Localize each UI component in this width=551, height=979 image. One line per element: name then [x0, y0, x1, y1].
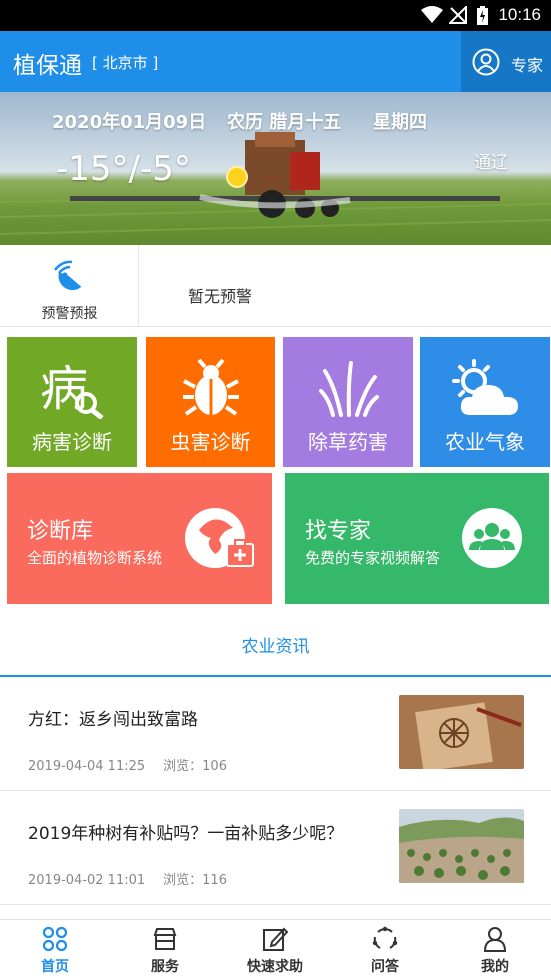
store-icon: [153, 928, 177, 950]
app-title: 植保通: [13, 53, 82, 79]
expert-label: 专家: [511, 56, 544, 75]
tab-mine[interactable]: 我的: [440, 920, 550, 979]
tile-weed-herbicide[interactable]: 除草药害: [283, 337, 413, 467]
weather-date: 2020年01月09日: [52, 112, 207, 133]
tile-label: 除草药害: [308, 430, 388, 454]
warning-message: 暂无预警: [188, 287, 253, 306]
user-circle-icon: [472, 48, 500, 76]
tile-pest-diagnosis[interactable]: 虫害诊断: [146, 337, 275, 467]
tab-label: 快速求助: [247, 959, 303, 975]
weather-lunar-date: 农历 腊月十五: [227, 112, 342, 133]
battery-charging-icon: [477, 6, 488, 25]
news-meta: 2019-04-04 11:25 浏览：106: [28, 755, 245, 774]
warning-row[interactable]: 预警预报 暂无预警: [0, 245, 551, 327]
tile-find-expert[interactable]: 找专家 免费的专家视频解答: [285, 473, 549, 604]
status-bar: 10:16: [0, 0, 551, 31]
tile-diagnosis-library[interactable]: 诊断库 全面的植物诊断系统: [7, 473, 272, 604]
news-item[interactable]: 方红：返乡闯出致富路 2019-04-04 11:25 浏览：106: [0, 677, 551, 791]
city-selector[interactable]: [ 北京市 ]: [92, 52, 158, 73]
no-signal-icon: [449, 6, 467, 24]
news-meta: 2019-04-02 11:01 浏览：116: [28, 869, 245, 888]
tile-label: 农业气象: [445, 430, 525, 454]
warning-forecast-button[interactable]: 预警预报: [0, 245, 139, 327]
news-thumbnail: [399, 809, 524, 883]
weather-banner[interactable]: 2020年01月09日 农历 腊月十五 星期四 -15°/-5° 通辽: [0, 92, 551, 245]
app-bar: 植保通 [ 北京市 ] 专家: [0, 31, 551, 92]
experts-group-icon: [469, 523, 515, 550]
wifi-icon: [421, 6, 443, 23]
plant-diagnosis-icon: [199, 519, 254, 567]
bug-icon: [183, 359, 239, 416]
radar-icon: [54, 260, 82, 290]
tab-label: 服务: [151, 959, 179, 975]
big-tile-subtitle: 免费的专家视频解答: [305, 549, 441, 567]
grass-icon: [319, 361, 379, 417]
tab-label: 我的: [481, 959, 509, 975]
news-date: 2019-04-04 11:25: [28, 759, 146, 774]
news-item[interactable]: 2019年种树有补贴吗？一亩补贴多少呢？ 2019-04-02 11:01 浏览：…: [0, 791, 551, 905]
qa-icon: [372, 926, 398, 949]
sunny-icon: [226, 166, 248, 188]
tile-label: 病害诊断: [32, 430, 112, 454]
tab-home[interactable]: 首页: [0, 920, 110, 979]
expert-button[interactable]: 专家: [461, 31, 551, 92]
status-time: 10:16: [498, 5, 541, 24]
news-headline: 方红：返乡闯出致富路: [28, 710, 198, 730]
weather-location: 通辽: [474, 153, 508, 173]
big-tile-title: 找专家: [305, 519, 372, 544]
weather-weekday: 星期四: [373, 112, 427, 133]
bottom-tab-bar: 首页 服务 快速求助 问答 我的: [0, 919, 551, 979]
tab-qa[interactable]: 问答: [330, 920, 440, 979]
big-tile-subtitle: 全面的植物诊断系统: [27, 549, 163, 567]
weather-icon: [452, 359, 518, 415]
news-headline: 2019年种树有补贴吗？一亩补贴多少呢？: [28, 824, 344, 844]
edit-icon: [263, 927, 288, 951]
disease-icon: 病: [40, 361, 104, 419]
home-grid-icon: [42, 926, 68, 952]
tree-plantation-image: [399, 809, 524, 883]
weather-temperature: -15°/-5°: [56, 149, 191, 189]
news-views: 浏览：106: [163, 759, 227, 774]
big-tile-title: 诊断库: [27, 519, 94, 544]
tile-disease-diagnosis[interactable]: 病 病害诊断: [7, 337, 137, 467]
warning-forecast-label: 预警预报: [41, 306, 98, 322]
news-section-title[interactable]: 农业资讯: [0, 632, 551, 657]
tile-agri-weather[interactable]: 农业气象: [420, 337, 550, 467]
profile-icon: [483, 927, 507, 952]
tab-service[interactable]: 服务: [110, 920, 220, 979]
tab-label: 问答: [371, 959, 399, 975]
tile-label: 虫害诊断: [170, 430, 251, 454]
news-date: 2019-04-02 11:01: [28, 873, 146, 888]
woodcarving-image: [399, 695, 524, 769]
news-views: 浏览：116: [163, 873, 227, 888]
tab-label: 首页: [41, 959, 69, 975]
tab-quick-help[interactable]: 快速求助: [220, 920, 330, 979]
news-thumbnail: [399, 695, 524, 769]
